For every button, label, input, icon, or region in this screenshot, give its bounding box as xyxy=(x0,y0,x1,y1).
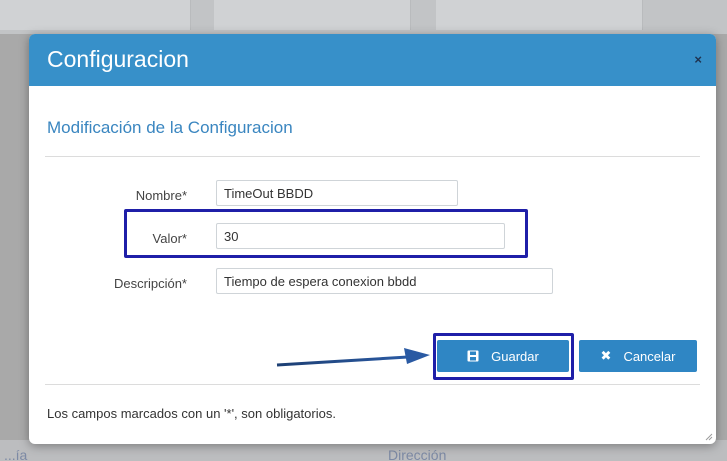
descripcion-input[interactable] xyxy=(216,268,553,294)
save-highlight-box xyxy=(433,333,574,380)
header-divider xyxy=(45,156,700,157)
footer-divider xyxy=(45,384,700,385)
descripcion-label: Descripción* xyxy=(114,276,187,291)
close-icon: ✖ xyxy=(600,348,612,363)
background-column-label: Dirección xyxy=(388,447,447,461)
dialog-title: Configuracion xyxy=(47,46,189,72)
nombre-input[interactable] xyxy=(216,180,458,206)
background-column-header xyxy=(0,0,191,30)
resize-grip-icon[interactable] xyxy=(705,433,713,441)
background-column-header xyxy=(214,0,411,30)
dialog-header: Configuracion × xyxy=(29,34,716,86)
background-column-label: ...ía xyxy=(4,447,28,461)
background-column-header xyxy=(436,0,643,30)
cancel-button-label: Cancelar xyxy=(623,348,676,364)
required-fields-note: Los campos marcados con un '*', son obli… xyxy=(47,406,336,421)
cancel-button[interactable]: ✖ Cancelar xyxy=(579,340,697,372)
close-button[interactable]: × xyxy=(694,52,702,67)
section-title: Modificación de la Configuracion xyxy=(47,118,293,137)
valor-highlight-box xyxy=(124,209,528,258)
nombre-label: Nombre* xyxy=(135,188,187,203)
